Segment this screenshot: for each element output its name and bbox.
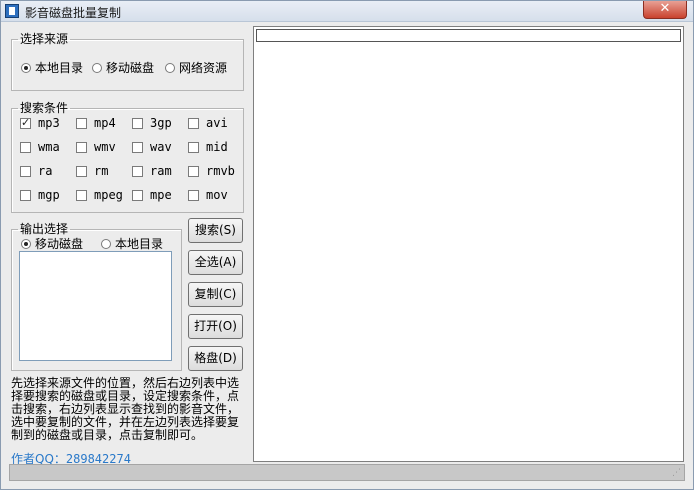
type-label: ra (38, 164, 53, 178)
type-label: mov (206, 188, 228, 202)
title-bar[interactable]: 影音磁盘批量复制 ✕ (1, 1, 693, 22)
type-checkbox-avi[interactable]: avi (188, 116, 228, 130)
status-bar: ⋰ (9, 464, 685, 481)
type-checkbox-mp3[interactable]: mp3 (20, 116, 60, 130)
checkbox-box[interactable] (132, 141, 143, 153)
type-checkbox-mpe[interactable]: mpe (132, 188, 172, 202)
checkbox-box[interactable] (188, 117, 199, 129)
search-group-legend: 搜索条件 (20, 101, 69, 115)
checkbox-box[interactable] (20, 165, 31, 177)
type-checkbox-rm[interactable]: rm (76, 164, 108, 178)
checkbox-box[interactable] (188, 165, 199, 177)
radio-dot[interactable] (92, 62, 102, 73)
output-group-legend: 输出选择 (20, 222, 69, 236)
source-option-network[interactable]: 网络资源 (165, 59, 227, 76)
checkbox-box[interactable] (76, 141, 87, 153)
file-list-header[interactable] (256, 29, 681, 42)
type-checkbox-wav[interactable]: wav (132, 140, 172, 154)
type-checkbox-mp4[interactable]: mp4 (76, 116, 116, 130)
type-label: mpeg (94, 188, 123, 202)
type-label: mpe (150, 188, 172, 202)
checkbox-box[interactable] (20, 189, 31, 201)
type-label: rmvb (206, 164, 235, 178)
checkbox-box[interactable] (132, 189, 143, 201)
app-icon (5, 4, 19, 18)
output-option-label: 本地目录 (115, 237, 164, 251)
type-checkbox-rmvb[interactable]: rmvb (188, 164, 235, 178)
output-option-removable[interactable]: 移动磁盘 (21, 235, 83, 252)
app-window: 影音磁盘批量复制 ✕ 选择来源 本地目录 移动磁盘 网络资源 搜索条件 mp3 … (0, 0, 694, 490)
checkbox-box[interactable] (76, 165, 87, 177)
copy-button[interactable]: 复制(C) (188, 282, 243, 307)
checkbox-box[interactable] (132, 117, 143, 129)
source-group-legend: 选择来源 (20, 32, 69, 46)
type-checkbox-ram[interactable]: ram (132, 164, 172, 178)
file-list-panel[interactable] (253, 26, 684, 462)
instructions-text: 先选择来源文件的位置，然后右边列表中选择要搜索的磁盘或目录，设定搜索条件，点击搜… (11, 376, 240, 442)
checkbox-box[interactable] (132, 165, 143, 177)
source-option-label: 本地目录 (35, 61, 84, 75)
radio-dot[interactable] (165, 62, 175, 73)
type-checkbox-mov[interactable]: mov (188, 188, 228, 202)
type-label: wmv (94, 140, 116, 154)
source-option-label: 移动磁盘 (106, 61, 155, 75)
radio-dot[interactable] (21, 62, 31, 73)
checkbox-box[interactable] (20, 141, 31, 153)
type-label: mp4 (94, 116, 116, 130)
checkbox-box[interactable] (76, 189, 87, 201)
format-button[interactable]: 格盘(D) (188, 346, 243, 371)
type-label: avi (206, 116, 228, 130)
radio-dot[interactable] (21, 238, 31, 249)
window-title: 影音磁盘批量复制 (25, 6, 122, 20)
output-option-local[interactable]: 本地目录 (101, 235, 163, 252)
type-label: ram (150, 164, 172, 178)
type-checkbox-wmv[interactable]: wmv (76, 140, 116, 154)
output-target-list[interactable] (19, 251, 172, 361)
checkbox-box[interactable] (188, 141, 199, 153)
checkbox-box[interactable] (20, 116, 31, 129)
type-checkbox-mid[interactable]: mid (188, 140, 228, 154)
source-option-removable[interactable]: 移动磁盘 (92, 59, 154, 76)
type-label: mp3 (38, 116, 60, 130)
resize-grip-icon[interactable]: ⋰ (672, 468, 682, 478)
open-button[interactable]: 打开(O) (188, 314, 243, 339)
type-label: 3gp (150, 116, 172, 130)
type-label: rm (94, 164, 109, 178)
checkbox-box[interactable] (188, 189, 199, 201)
radio-dot[interactable] (101, 238, 111, 249)
checkbox-box[interactable] (76, 117, 87, 129)
close-button[interactable]: ✕ (643, 1, 687, 19)
type-label: mgp (38, 188, 60, 202)
type-checkbox-wma[interactable]: wma (20, 140, 60, 154)
type-checkbox-mgp[interactable]: mgp (20, 188, 60, 202)
select-all-button[interactable]: 全选(A) (188, 250, 243, 275)
type-checkbox-ra[interactable]: ra (20, 164, 52, 178)
type-checkbox-mpeg[interactable]: mpeg (76, 188, 123, 202)
search-button[interactable]: 搜索(S) (188, 218, 243, 243)
type-checkbox-3gp[interactable]: 3gp (132, 116, 172, 130)
source-option-local[interactable]: 本地目录 (21, 59, 83, 76)
output-option-label: 移动磁盘 (35, 237, 84, 251)
source-option-label: 网络资源 (179, 61, 228, 75)
type-label: mid (206, 140, 228, 154)
type-label: wma (38, 140, 60, 154)
type-label: wav (150, 140, 172, 154)
